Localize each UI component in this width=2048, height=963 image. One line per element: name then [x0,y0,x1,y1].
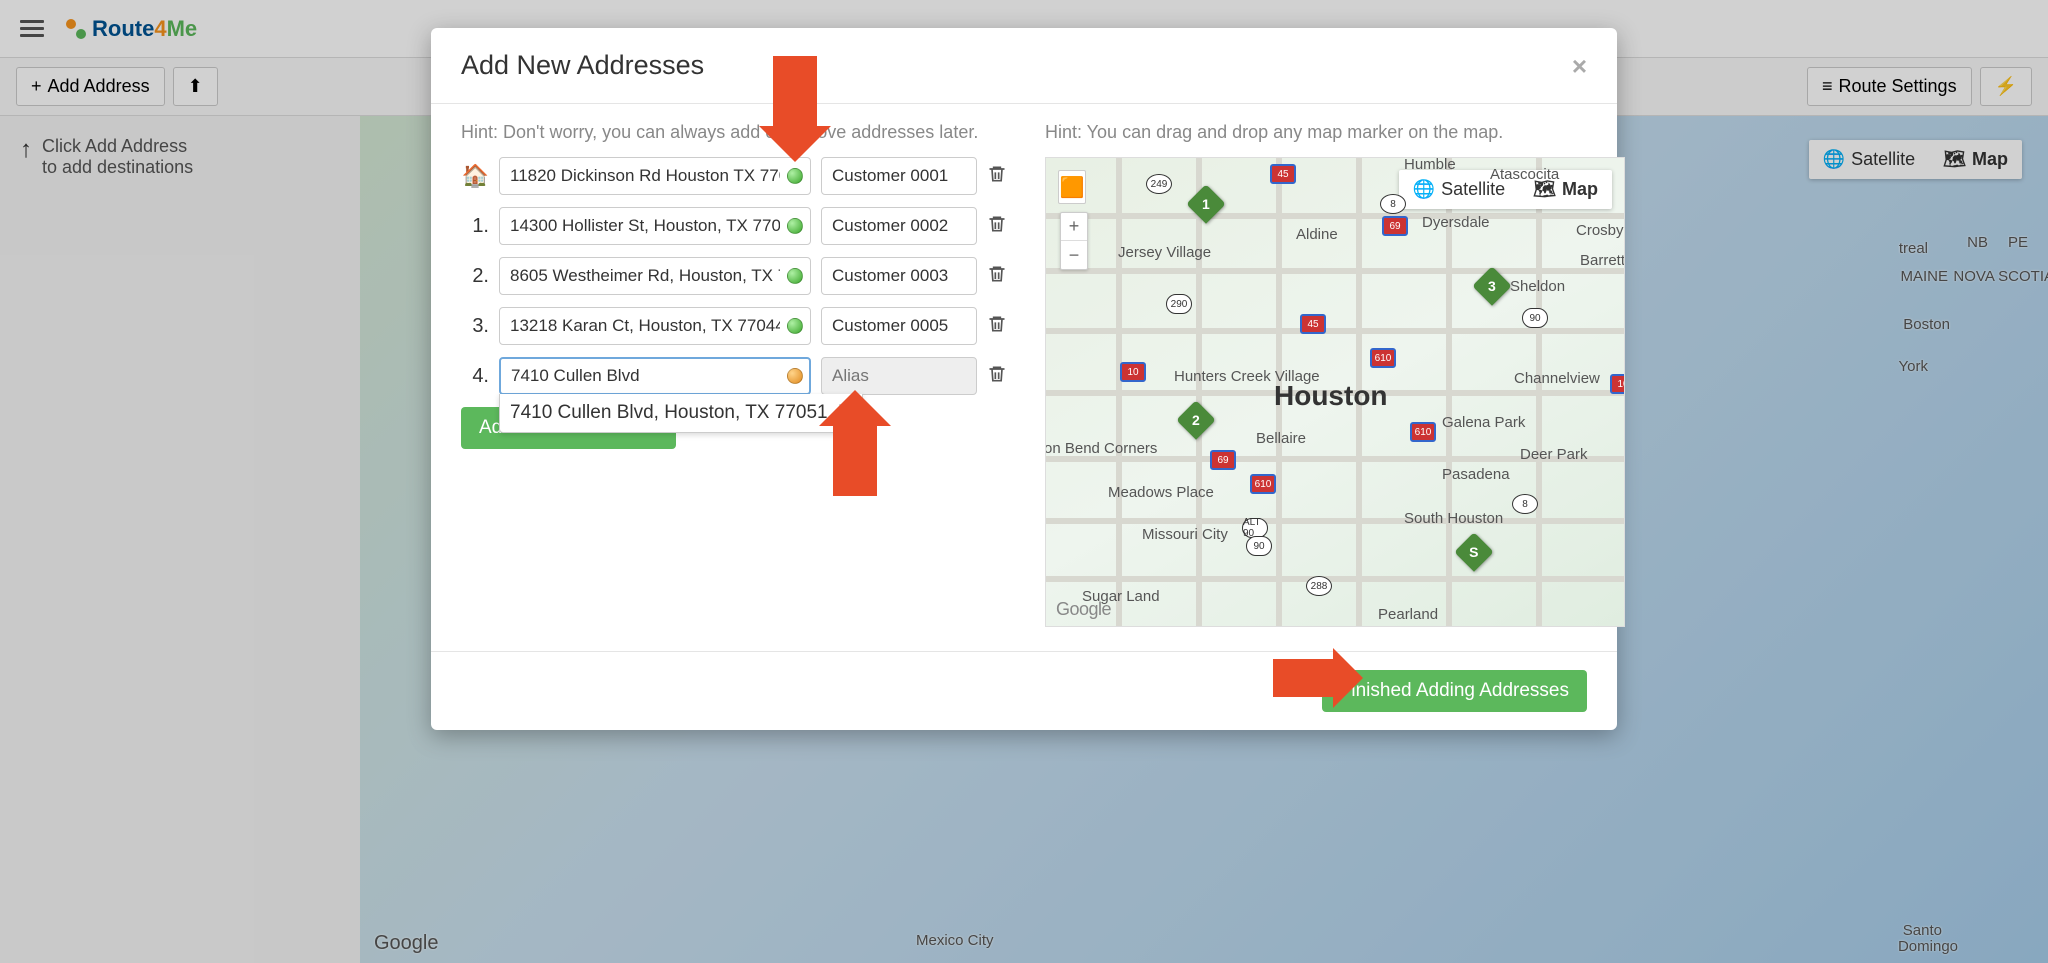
map-place-label: Barrett [1580,252,1625,269]
alias-input[interactable] [821,307,977,345]
map-place-label: Aldine [1296,226,1338,243]
highway-shield: 69 [1382,216,1408,236]
address-row: 4.7410 Cullen Blvd, Houston, TX 77051, U [461,357,1021,395]
row-number: 2. [461,265,489,288]
modal-overlay: Add New Addresses × Hint: Don't worry, y… [0,0,2048,963]
highway-shield: ALT 90 [1242,518,1268,538]
highway-shield: 90 [1522,308,1548,328]
map-place-label: Pasadena [1442,466,1510,483]
map-place-label: Missouri City [1142,526,1228,543]
map-place-label: Humble [1404,157,1456,173]
zoom-in-button[interactable]: + [1061,213,1087,241]
map-place-label: Hunters Creek Village [1174,368,1320,385]
address-input[interactable] [499,357,811,395]
map-place-label: Jersey Village [1118,244,1211,261]
highway-shield: 288 [1306,576,1332,596]
highway-shield: 45 [1270,164,1296,184]
highway-shield: 90 [1246,536,1272,556]
alias-input[interactable] [821,207,977,245]
modal-title: Add New Addresses [461,50,704,81]
map-place-label: on Bend Corners [1045,440,1157,457]
row-number: 1. [461,215,489,238]
address-row: 🏠 [461,157,1021,195]
map-column: Hint: You can drag and drop any map mark… [1045,122,1625,627]
address-input[interactable] [499,207,811,245]
address-suggestion[interactable]: 7410 Cullen Blvd, Houston, TX 77051, U [499,394,863,433]
highway-shield: 610 [1410,422,1436,442]
row-number: 4. [461,365,489,388]
map-place-label: Bellaire [1256,430,1306,447]
zoom-out-button[interactable]: − [1061,241,1087,269]
map-marker[interactable]: S [1454,532,1494,572]
home-icon: 🏠 [461,163,489,189]
modal-map[interactable]: 🟧 + − 🌐 Satellite 🗺 Map [1045,157,1625,627]
highway-shield: 10 [1610,374,1625,394]
alias-input [821,357,977,395]
highway-shield: 45 [1300,314,1326,334]
geocode-status-icon [787,168,803,184]
highway-shield: 10 [1120,362,1146,382]
map-place-label: Pearland [1378,606,1438,623]
right-hint: Hint: You can drag and drop any map mark… [1045,122,1625,143]
trash-icon[interactable] [987,364,1007,389]
modal-footer: Finished Adding Addresses [431,651,1617,730]
pegman-icon[interactable]: 🟧 [1058,170,1086,204]
address-row: 1. [461,207,1021,245]
map-place-label: Dyersdale [1422,214,1490,231]
globe-icon: 🌐 [1413,179,1435,200]
map-place-label: Deer Park [1520,446,1588,463]
trash-icon[interactable] [987,214,1007,239]
left-hint: Hint: Don't worry, you can always add or… [461,122,1021,143]
geocode-status-icon [787,268,803,284]
add-addresses-modal: Add New Addresses × Hint: Don't worry, y… [431,28,1617,730]
highway-shield: 8 [1512,494,1538,514]
address-row: 3. [461,307,1021,345]
highway-shield: 290 [1166,294,1192,314]
trash-icon[interactable] [987,314,1007,339]
google-logo: Google [1056,599,1111,620]
address-input[interactable] [499,157,811,195]
trash-icon[interactable] [987,264,1007,289]
geocode-status-icon [787,218,803,234]
address-input[interactable] [499,257,811,295]
map-place-label: Sheldon [1510,278,1565,295]
finished-adding-addresses-button[interactable]: Finished Adding Addresses [1322,670,1587,712]
highway-shield: 8 [1380,194,1406,214]
close-icon[interactable]: × [1572,53,1587,79]
map-place-label: Crosby [1576,222,1624,239]
highway-shield: 249 [1146,174,1172,194]
address-list-column: Hint: Don't worry, you can always add or… [461,122,1021,627]
map-marker[interactable]: 2 [1176,400,1216,440]
address-input[interactable] [499,307,811,345]
map-place-label: Atascocita [1490,166,1559,183]
map-place-label: Meadows Place [1108,484,1214,501]
map-place-label: South Houston [1404,510,1503,527]
map-place-label: Channelview [1514,370,1600,387]
highway-shield: 610 [1370,348,1396,368]
alias-input[interactable] [821,157,977,195]
geocode-status-icon [787,368,803,384]
modal-header: Add New Addresses × [431,28,1617,104]
trash-icon[interactable] [987,164,1007,189]
geocode-status-icon [787,318,803,334]
address-row: 2. [461,257,1021,295]
highway-shield: 69 [1210,450,1236,470]
row-number: 3. [461,315,489,338]
alias-input[interactable] [821,257,977,295]
highway-shield: 610 [1250,474,1276,494]
zoom-control: + − [1060,212,1088,270]
map-place-label: Galena Park [1442,414,1525,431]
